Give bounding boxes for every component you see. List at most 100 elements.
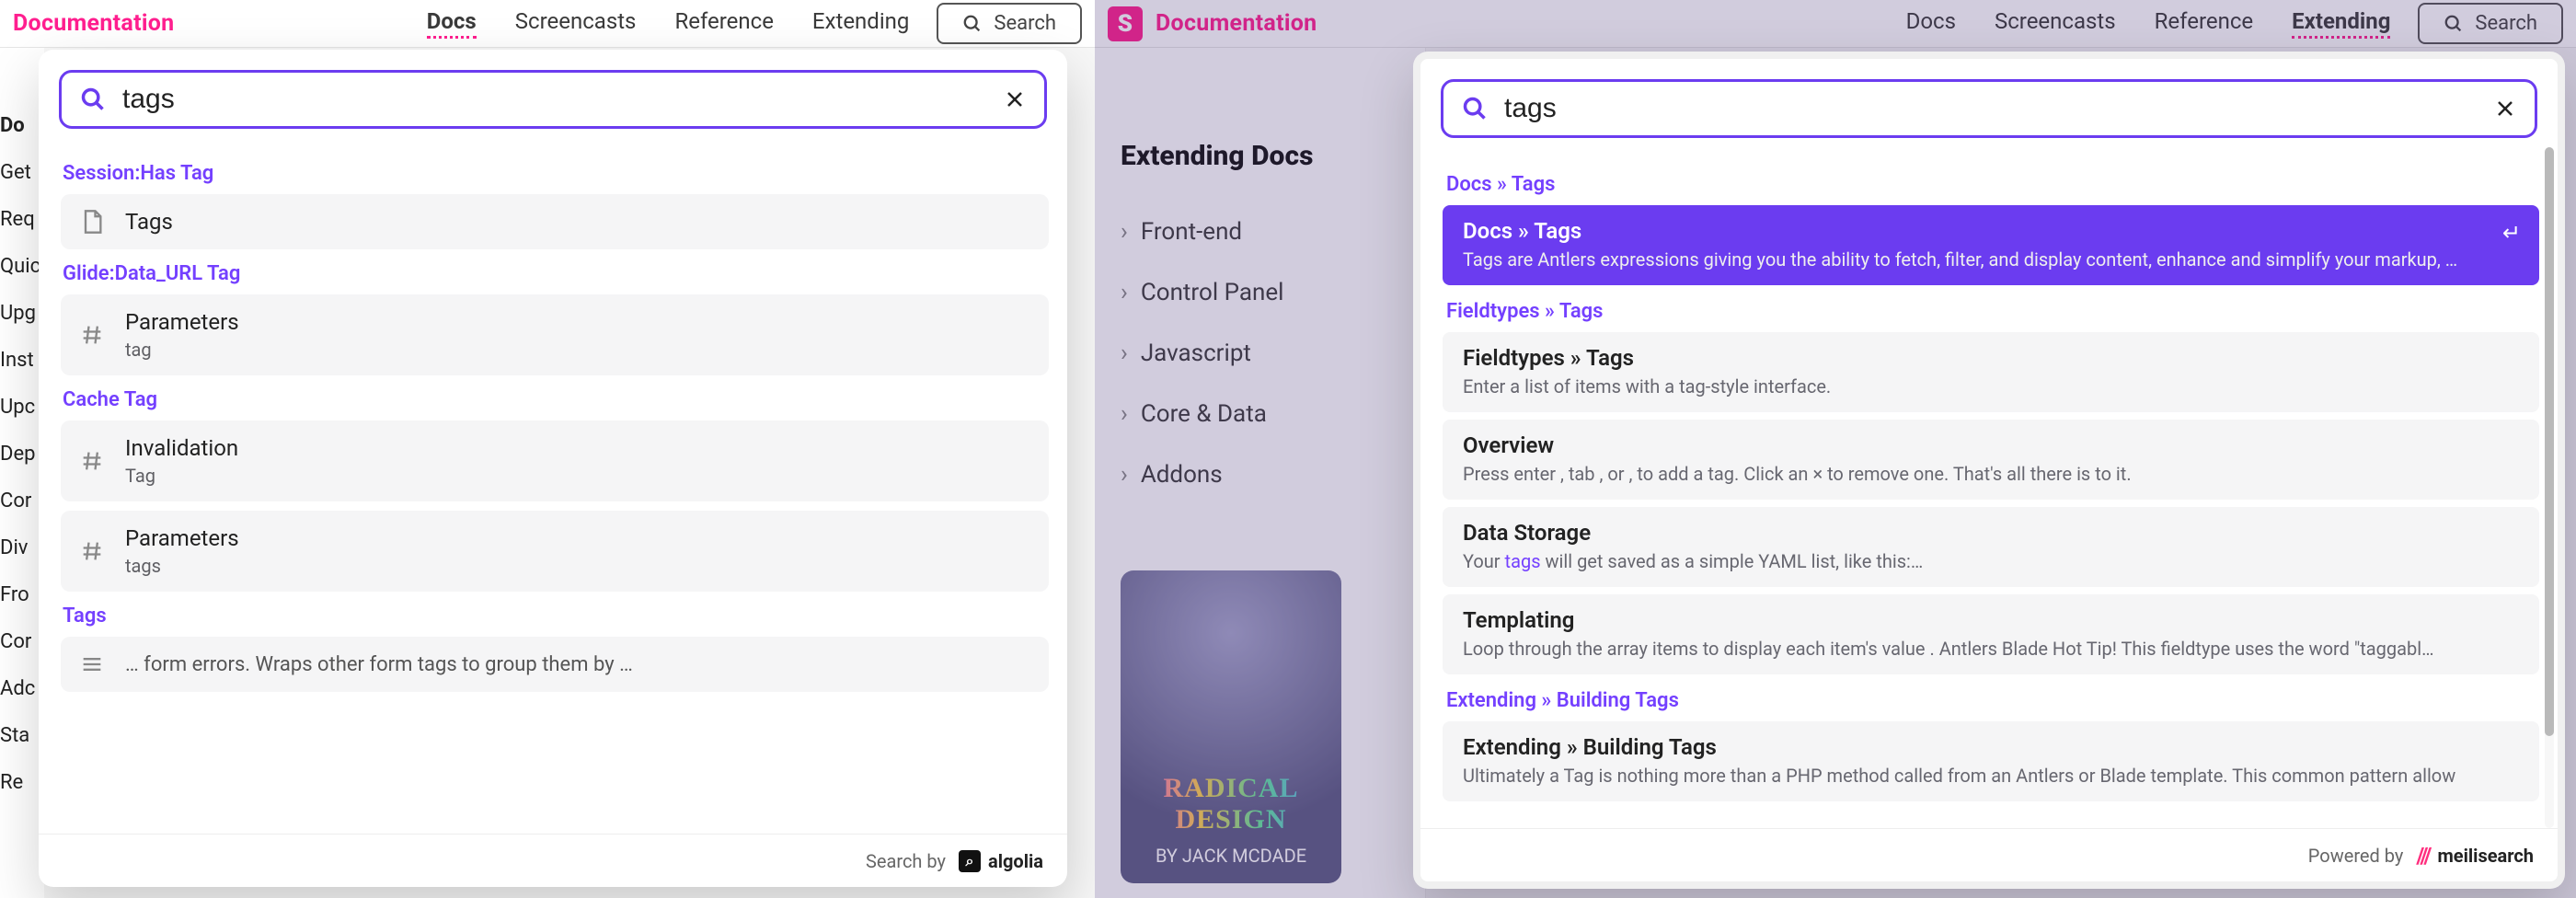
provider-name: algolia (988, 850, 1043, 872)
result-title: Invalidation (125, 435, 238, 461)
algolia-badge[interactable]: ⌕ algolia (959, 850, 1043, 872)
result-description: Your tags will get saved as a simple YAM… (1463, 549, 2519, 574)
chevron-right-icon: › (1121, 218, 1128, 246)
nav-screencasts[interactable]: Screencasts (1995, 8, 2116, 39)
nav-docs[interactable]: Docs (1906, 8, 1956, 39)
extending-heading: Extending Docs (1121, 140, 1425, 172)
book-preview[interactable]: RADICAL DESIGN BY JACK MCDADE (1121, 570, 1341, 883)
search-input-left[interactable] (122, 84, 987, 115)
result-title: Parameters (125, 309, 239, 335)
search-icon (2444, 14, 2464, 34)
chevron-right-icon: › (1121, 340, 1128, 367)
topbar-right: S Documentation Docs Screencasts Referen… (1095, 0, 2576, 48)
nav-docs[interactable]: Docs (427, 8, 477, 39)
result-item[interactable]: Invalidation Tag (61, 420, 1049, 501)
result-item[interactable]: Fieldtypes » Tags Enter a list of items … (1443, 332, 2539, 412)
sidebar-item[interactable]: Upc (0, 396, 44, 419)
result-title: Overview (1463, 432, 2519, 458)
result-group-label: Docs » Tags (1446, 173, 2539, 196)
sidebar-item[interactable]: Div (0, 536, 44, 559)
result-item-highlighted[interactable]: Docs » Tags Tags are Antlers expressions… (1443, 205, 2539, 285)
result-title: Parameters (125, 525, 239, 551)
brand-name: Documentation (1156, 10, 1317, 37)
brand-right[interactable]: S Documentation (1095, 6, 1317, 41)
extending-item-label: Control Panel (1141, 279, 1284, 306)
nav-reference[interactable]: Reference (2155, 8, 2253, 39)
clear-icon[interactable] (1004, 88, 1026, 110)
topbar-left: Documentation Docs Screencasts Reference… (0, 0, 1095, 48)
sidebar-item[interactable]: Re (0, 771, 44, 794)
search-trigger-label: Search (994, 12, 1056, 35)
scrollbar[interactable] (2545, 147, 2554, 828)
result-group-label: Glide:Data_URL Tag (63, 262, 1049, 285)
result-group-label: Cache Tag (63, 388, 1049, 411)
meilisearch-logo-icon: /// (2416, 843, 2430, 869)
result-item[interactable]: Tags (61, 194, 1049, 249)
extending-item[interactable]: ›Addons (1121, 444, 1425, 505)
nav-extending[interactable]: Extending (812, 8, 909, 39)
result-item[interactable]: Overview Press enter , tab , or , to add… (1443, 420, 2539, 500)
sidebar-heading: Do (0, 114, 44, 137)
sidebar-item[interactable]: Quic (0, 255, 44, 278)
sidebar-item[interactable]: Cor (0, 630, 44, 653)
hash-icon (79, 322, 105, 348)
sidebar-item[interactable]: Cor (0, 489, 44, 512)
result-title: … form errors. Wraps other form tags to … (125, 653, 633, 676)
nav-screencasts[interactable]: Screencasts (515, 8, 637, 39)
sidebar-item[interactable]: Req (0, 208, 44, 231)
extending-item[interactable]: ›Control Panel (1121, 262, 1425, 323)
modal-footer-right: Powered by /// meilisearch (1420, 828, 2558, 881)
brand-name: Documentation (13, 10, 175, 37)
enter-icon: ↵ (2502, 220, 2521, 246)
sidebar-item[interactable]: Fro (0, 583, 44, 606)
result-description: Loop through the array items to display … (1463, 637, 2519, 662)
result-item[interactable]: Extending » Building Tags Ultimately a T… (1443, 721, 2539, 801)
result-description: Tags are Antlers expressions giving you … (1463, 248, 2519, 272)
result-item[interactable]: Parameters tag (61, 294, 1049, 375)
result-item[interactable]: Templating Loop through the array items … (1443, 594, 2539, 674)
results-right[interactable]: Docs » Tags Docs » Tags Tags are Antlers… (1420, 158, 2558, 828)
close-icon (1004, 88, 1026, 110)
sidebar-item[interactable]: Get (0, 161, 44, 184)
extending-item[interactable]: ›Front-end (1121, 201, 1425, 262)
search-trigger-left[interactable]: Search (937, 3, 1082, 44)
scrollbar-thumb[interactable] (2545, 147, 2554, 736)
result-title: Extending » Building Tags (1463, 734, 2519, 760)
nav-extending[interactable]: Extending (2292, 8, 2390, 39)
search-icon (80, 86, 106, 112)
extending-sidebar: Extending Docs ›Front-end ›Control Panel… (1095, 48, 1426, 898)
menu-icon (79, 651, 105, 677)
results-left[interactable]: Session:Has Tag Tags Glide:Data_URL Tag … (39, 149, 1067, 834)
extending-item[interactable]: › Core & Data (1121, 384, 1425, 444)
result-title: Fieldtypes » Tags (1463, 345, 2519, 371)
result-item[interactable]: … form errors. Wraps other form tags to … (61, 637, 1049, 692)
extending-item-label: Javascript (1141, 340, 1251, 367)
result-item[interactable]: Parameters tags (61, 511, 1049, 592)
sidebar-item[interactable]: Sta (0, 724, 44, 747)
result-group-label: Extending » Building Tags (1446, 689, 2539, 712)
left-panel: Documentation Docs Screencasts Reference… (0, 0, 1095, 898)
sidebar-item[interactable]: Adc (0, 677, 44, 700)
sidebar-item[interactable]: Upg (0, 302, 44, 325)
result-item[interactable]: Data Storage Your tags will get saved as… (1443, 507, 2539, 587)
extending-item[interactable]: › Javascript (1121, 323, 1425, 384)
hash-icon (79, 448, 105, 474)
sidebar-item[interactable]: Dep (0, 443, 44, 466)
nav-left: Docs Screencasts Reference Extending (427, 8, 910, 39)
algolia-logo-icon: ⌕ (959, 850, 981, 872)
meilisearch-badge[interactable]: /// meilisearch (2416, 843, 2534, 869)
nav-reference[interactable]: Reference (674, 8, 773, 39)
search-input-right[interactable] (1504, 93, 2478, 124)
modal-footer-left: Search by ⌕ algolia (39, 834, 1067, 887)
result-subtitle: tag (125, 339, 239, 361)
chevron-right-icon: › (1121, 461, 1128, 489)
brand-left[interactable]: Documentation (0, 10, 175, 37)
clear-icon[interactable] (2494, 98, 2516, 120)
result-group-label: Tags (63, 604, 1049, 627)
brand-logo-icon: S (1108, 6, 1143, 41)
extending-item-label: Core & Data (1141, 400, 1267, 428)
sidebar-item[interactable]: Inst (0, 349, 44, 372)
search-trigger-right[interactable]: Search (2418, 3, 2563, 44)
chevron-right-icon: › (1121, 400, 1128, 428)
search-box-right (1441, 79, 2537, 138)
